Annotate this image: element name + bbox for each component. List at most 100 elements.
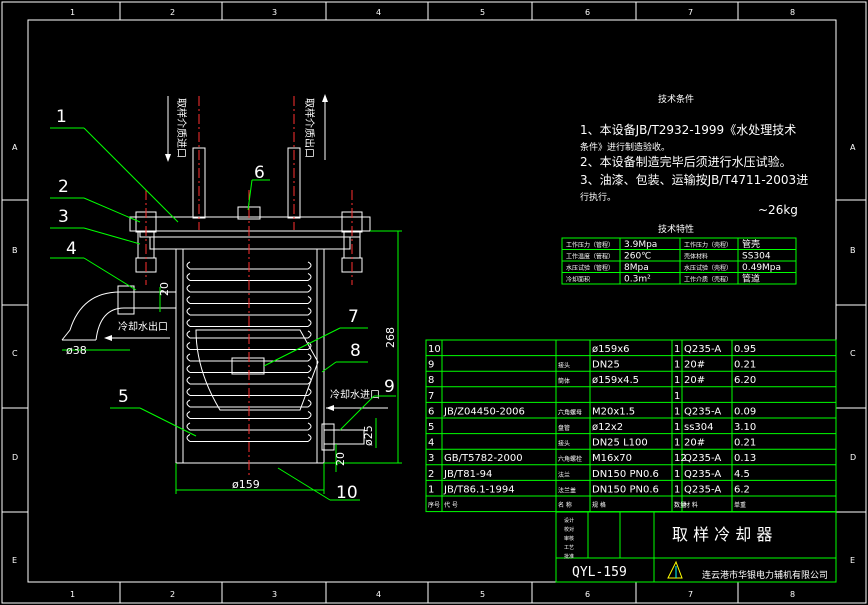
dim-d159: ø159 — [232, 478, 260, 491]
bom-cell: 20# — [684, 438, 705, 449]
bom-cell: JB/T81-94 — [443, 469, 492, 480]
border-col-top: 8 — [790, 8, 795, 17]
tech-line-5: 行执行。 — [580, 191, 616, 203]
sample-out-label: 取样介质出口 — [303, 98, 316, 158]
spec-cell: 0.3m² — [624, 275, 651, 285]
bom-cell: 5 — [428, 422, 434, 433]
border-row-right: B — [850, 246, 856, 255]
bom-cell: M20x1.5 — [592, 406, 635, 417]
border-col-top: 5 — [480, 8, 485, 17]
bom-cell: ø159x6 — [592, 344, 630, 355]
bom-cell: 4.5 — [734, 469, 750, 480]
title-small-label: 设计 — [564, 517, 574, 524]
spec-cell: 管道 — [742, 273, 760, 285]
border-col-bottom: 1 — [70, 590, 75, 599]
bom-cell: 0.13 — [734, 453, 756, 464]
title-small-label: 审核 — [564, 535, 574, 542]
coolant-out-label: 冷却水出口 — [118, 320, 168, 333]
coolant-in-label: 冷却水进口 — [330, 388, 380, 401]
bom-cell: 1 — [674, 422, 680, 433]
bom-cell: Q235-A — [684, 484, 721, 495]
bom-cell: 盘管 — [558, 424, 570, 432]
callout-3: 3 — [58, 207, 69, 227]
bom-cell: 8 — [428, 375, 434, 386]
border-col-top: 3 — [272, 8, 277, 17]
bom-cell: 1 — [674, 438, 680, 449]
spec-cell: 壳体材料 — [684, 253, 708, 261]
spec-cell: 管壳 — [742, 238, 760, 250]
bom-cell: 六角螺母 — [558, 408, 582, 416]
dim-268: 268 — [384, 327, 397, 348]
callout-8: 8 — [350, 341, 361, 361]
border-col-top: 2 — [170, 8, 175, 17]
bom-cell: Q235-A — [684, 453, 721, 464]
dim-d38: ø38 — [66, 344, 87, 357]
sample-in-label: 取样介质进口 — [175, 98, 188, 158]
bom-cell: ø12x2 — [592, 422, 623, 433]
title-small-label: 校对 — [564, 526, 574, 533]
border-col-top: 4 — [376, 8, 381, 17]
bom-cell: 6.2 — [734, 484, 750, 495]
bom-cell: 7 — [428, 391, 434, 402]
spec-cell: 3.9Mpa — [624, 240, 657, 250]
bom-cell: GB/T5782-2000 — [444, 453, 523, 464]
border-row-right: D — [850, 453, 856, 462]
spec-cell: 水压试验（壳程） — [684, 264, 732, 272]
dim-20-right: 20 — [334, 452, 347, 466]
border-col-top: 6 — [585, 8, 590, 17]
dim-20-left: 20 — [158, 282, 171, 296]
bom-cell: 0.09 — [734, 406, 756, 417]
spec-cell: 水压试验（管程） — [566, 264, 614, 272]
border-col-bottom: 7 — [688, 590, 693, 599]
title-small-label: 批准 — [564, 553, 574, 560]
callout-9: 9 — [384, 377, 395, 397]
callout-5: 5 — [118, 387, 129, 407]
border-col-bottom: 3 — [272, 590, 277, 599]
tech-line-3: 2、本设备制造完毕后须进行水压试验。 — [580, 154, 792, 169]
bom-cell: 筒体 — [558, 377, 570, 385]
callout-4: 4 — [66, 239, 77, 259]
callout-10: 10 — [336, 483, 358, 503]
callout-1: 1 — [56, 107, 67, 127]
bom-header-cell: 代 号 — [444, 501, 458, 509]
bom-header-cell: 材 料 — [684, 501, 698, 509]
bom-cell: 1 — [674, 484, 680, 495]
bom-cell: Q235-A — [684, 344, 721, 355]
border-row-right: C — [850, 349, 856, 358]
bom-header-cell: 名 称 — [558, 501, 572, 509]
bom-cell: 1 — [674, 406, 680, 417]
border-col-bottom: 4 — [376, 590, 381, 599]
bom-cell: 1 — [674, 469, 680, 480]
bom-cell: DN150 PN0.6 — [592, 484, 659, 495]
bom-header-cell: 序号 — [428, 501, 440, 509]
border-row-left: D — [12, 453, 18, 462]
bom-cell: 接头 — [558, 362, 570, 370]
tech-line-4: 3、油漆、包装、运输按JB/T4711-2003进 — [580, 172, 808, 187]
model-number: QYL-159 — [572, 565, 627, 580]
border-col-top: 1 — [70, 8, 75, 17]
spec-title: 技术特性 — [658, 223, 694, 235]
callout-6: 6 — [254, 163, 265, 183]
tech-line-1: 1、本设备JB/T2932-1999《水处理技术 — [580, 123, 796, 137]
border-row-left: B — [12, 246, 18, 255]
border-col-bottom: 2 — [170, 590, 175, 599]
bom-cell: 法兰盖 — [558, 486, 576, 494]
border-row-left: A — [12, 143, 18, 152]
bom-cell: 6 — [428, 406, 434, 417]
bom-cell: 4 — [428, 438, 434, 449]
bom-cell: JB/Z04450-2006 — [443, 406, 525, 417]
drawing-title: 取 样 冷 却 器 — [672, 525, 772, 544]
bom-cell: 2 — [428, 469, 434, 480]
bom-cell: 20# — [684, 375, 705, 386]
bom-cell: 1 — [674, 391, 680, 402]
border-col-bottom: 5 — [480, 590, 485, 599]
border-row-left: C — [12, 349, 18, 358]
spec-cell: 工作压力（壳程） — [684, 241, 732, 249]
bom-cell: 1 — [674, 375, 680, 386]
cad-drawing: 1122334455667788 A AB BC CD DE E 取样介质进口 … — [0, 0, 868, 605]
bom-cell: 0.21 — [734, 438, 756, 449]
bom-cell: 法兰 — [558, 471, 570, 479]
bom-cell: JB/T86.1-1994 — [443, 484, 515, 495]
bom-cell: Q235-A — [684, 406, 721, 417]
bom-cell: DN150 PN0.6 — [592, 469, 659, 480]
